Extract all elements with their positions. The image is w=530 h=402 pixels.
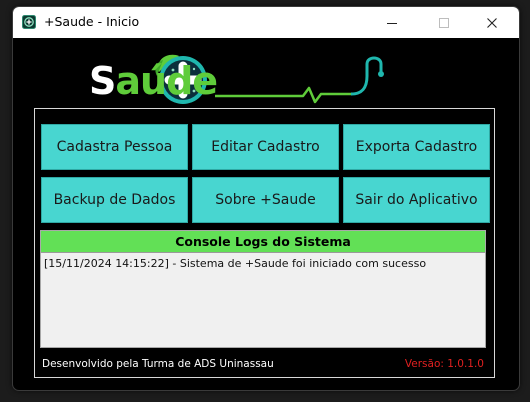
minimize-button[interactable] xyxy=(369,7,415,38)
log-line: [15/11/2024 14:15:22] - Sistema de +Saud… xyxy=(44,257,427,270)
sair-do-aplicativo-button[interactable]: Sair do Aplicativo xyxy=(343,177,490,223)
sobre-saude-button[interactable]: Sobre +Saude xyxy=(192,177,339,223)
version-text: Versão: 1.0.1.0 xyxy=(404,358,484,370)
maximize-icon xyxy=(439,17,449,28)
window-title: +Saude - Inicio xyxy=(44,14,140,29)
cadastra-pessoa-button[interactable]: Cadastra Pessoa xyxy=(41,124,188,170)
minimize-icon xyxy=(387,22,397,24)
exporta-cadastro-button[interactable]: Exporta Cadastro xyxy=(343,124,490,170)
app-window: +Saude - Inicio Saúde Cadastra Pessoa Ed… xyxy=(12,6,520,391)
console-title: Console Logs do Sistema xyxy=(41,231,485,253)
console-log-text[interactable]: [15/11/2024 14:15:22] - Sistema de +Saud… xyxy=(41,253,485,274)
editar-cadastro-button[interactable]: Editar Cadastro xyxy=(192,124,339,170)
credit-text: Desenvolvido pela Turma de ADS Uninassau xyxy=(42,358,274,370)
maximize-button[interactable] xyxy=(421,7,467,38)
backup-de-dados-button[interactable]: Backup de Dados xyxy=(41,177,188,223)
title-bar[interactable]: +Saude - Inicio xyxy=(13,7,519,38)
close-button[interactable] xyxy=(469,7,515,38)
logo-wordmark: Saúde xyxy=(89,59,218,103)
app-icon xyxy=(22,15,36,29)
logo-wordmark-rest: aúde xyxy=(115,59,218,103)
close-icon xyxy=(487,17,497,28)
console-log-panel: Console Logs do Sistema [15/11/2024 14:1… xyxy=(40,230,486,348)
